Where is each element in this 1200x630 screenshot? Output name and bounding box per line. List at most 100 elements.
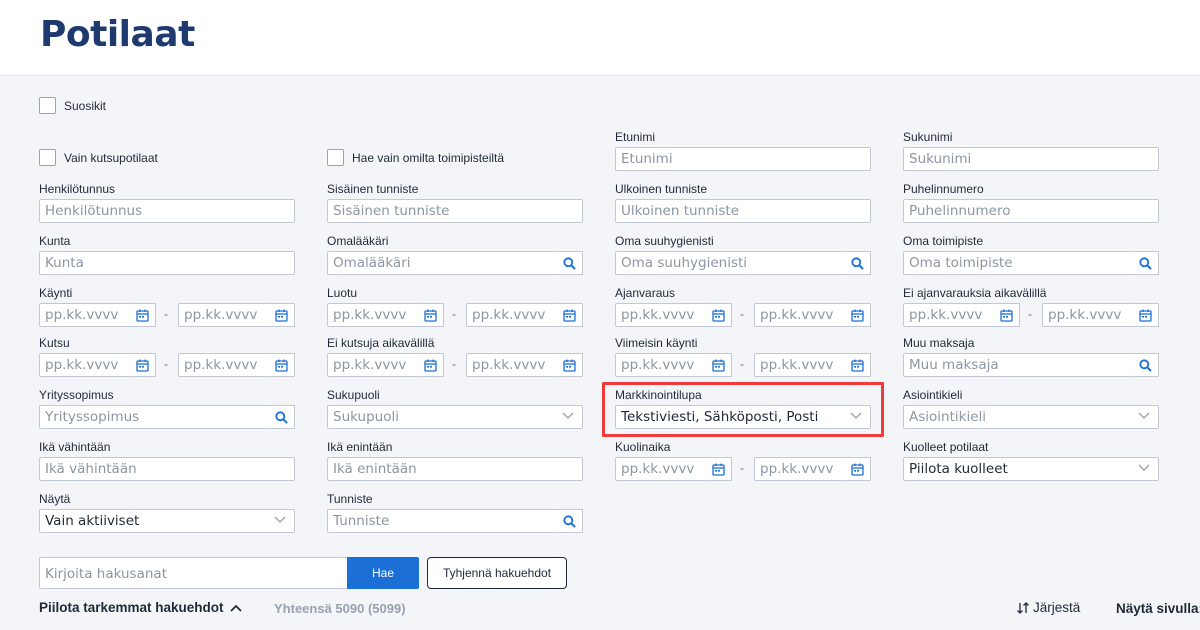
calendar-icon xyxy=(712,359,725,372)
show-select[interactable]: Vain aktiiviset xyxy=(39,509,295,533)
identifier-input[interactable]: Tunniste xyxy=(327,509,558,533)
own-hygienist-label: Oma suuhygienisti xyxy=(615,234,714,248)
calendar-icon xyxy=(851,359,864,372)
invite-only-label: Vain kutsupotilaat xyxy=(64,151,158,165)
own-doctor-search-button[interactable] xyxy=(557,251,583,275)
visit-start-calendar-button[interactable] xyxy=(130,303,156,327)
municipality-label: Kunta xyxy=(39,234,71,248)
phone-input[interactable]: Puhelinnumero xyxy=(903,199,1159,223)
search-icon xyxy=(563,514,576,528)
sort-icon xyxy=(1017,601,1029,614)
no-invites-between-end-date-input[interactable]: pp.kk.vvvv xyxy=(466,353,558,377)
visit-end-date-input[interactable]: pp.kk.vvvv xyxy=(178,303,270,327)
sort-button[interactable]: Järjestä xyxy=(1016,600,1080,615)
appointment-start-date-input[interactable]: pp.kk.vvvv xyxy=(615,303,707,327)
date-range-separator: - xyxy=(164,307,168,321)
calendar-icon xyxy=(424,309,437,322)
invite-label: Kutsu xyxy=(39,336,70,350)
death-date-start-date-input[interactable]: pp.kk.vvvv xyxy=(615,457,707,481)
no-invites-between-label: Ei kutsuja aikavälillä xyxy=(327,336,435,350)
company-contract-search-button[interactable] xyxy=(269,405,295,429)
appointment-end-calendar-button[interactable] xyxy=(845,303,871,327)
identifier-search-button[interactable] xyxy=(557,509,583,533)
own-hygienist-search-button[interactable] xyxy=(845,251,871,275)
search-icon xyxy=(275,410,288,424)
invite-start-calendar-button[interactable] xyxy=(130,353,156,377)
no-appointments-between-start-calendar-button[interactable] xyxy=(994,303,1020,327)
service-language-value: Asiointikieli xyxy=(909,409,987,425)
result-total: Yhteensä 5090 (5099) xyxy=(274,601,406,616)
no-appointments-between-start-date-input[interactable]: pp.kk.vvvv xyxy=(903,303,995,327)
own-site-search-button[interactable] xyxy=(1133,251,1159,275)
death-date-end-date-input[interactable]: pp.kk.vvvv xyxy=(754,457,846,481)
search-button[interactable]: Hae xyxy=(347,557,419,589)
own-doctor-input[interactable]: Omalääkäri xyxy=(327,251,558,275)
keyword-search-input[interactable]: Kirjoita hakusanat xyxy=(39,557,348,589)
death-date-end-calendar-button[interactable] xyxy=(845,457,871,481)
visit-end-calendar-button[interactable] xyxy=(269,303,295,327)
invite-start-date-input[interactable]: pp.kk.vvvv xyxy=(39,353,131,377)
no-invites-between-start-calendar-button[interactable] xyxy=(418,353,444,377)
no-invites-between-start-date-input[interactable]: pp.kk.vvvv xyxy=(327,353,419,377)
invite-end-date-input[interactable]: pp.kk.vvvv xyxy=(178,353,270,377)
no-appointments-between-end-calendar-button[interactable] xyxy=(1133,303,1159,327)
first-name-input[interactable]: Etunimi xyxy=(615,147,871,171)
hide-advanced-toggle[interactable]: Piilota tarkemmat hakuehdot xyxy=(39,600,242,615)
company-contract-input[interactable]: Yrityssopimus xyxy=(39,405,270,429)
last-visit-end-date-input[interactable]: pp.kk.vvvv xyxy=(754,353,846,377)
municipality-input[interactable]: Kunta xyxy=(39,251,295,275)
identifier-label: Tunniste xyxy=(327,492,373,506)
last-visit-start-calendar-button[interactable] xyxy=(706,353,732,377)
internal-id-input[interactable]: Sisäinen tunniste xyxy=(327,199,583,223)
service-language-select[interactable]: Asiointikieli xyxy=(903,405,1159,429)
age-min-input[interactable]: Ikä vähintään xyxy=(39,457,295,481)
no-appointments-between-label: Ei ajanvarauksia aikavälillä xyxy=(903,286,1047,300)
own-site-label: Oma toimipiste xyxy=(903,234,984,248)
date-range-separator: - xyxy=(452,307,456,321)
own-site-input[interactable]: Oma toimipiste xyxy=(903,251,1134,275)
internal-id-label: Sisäinen tunniste xyxy=(327,182,419,196)
death-date-label: Kuolinaika xyxy=(615,440,671,454)
created-label: Luotu xyxy=(327,286,358,300)
ssn-input[interactable]: Henkilötunnus xyxy=(39,199,295,223)
date-range-separator: - xyxy=(740,461,744,475)
favorites-checkbox[interactable] xyxy=(39,97,56,114)
own-hygienist-input[interactable]: Oma suuhygienisti xyxy=(615,251,846,275)
appointment-end-date-input[interactable]: pp.kk.vvvv xyxy=(754,303,846,327)
first-name-label: Etunimi xyxy=(615,130,656,144)
other-payer-input[interactable]: Muu maksaja xyxy=(903,353,1134,377)
deceased-value: Piilota kuolleet xyxy=(909,461,1008,477)
no-invites-between-end-calendar-button[interactable] xyxy=(557,353,583,377)
calendar-icon xyxy=(275,309,288,322)
own-sites-only-checkbox[interactable] xyxy=(327,149,344,166)
other-payer-search-button[interactable] xyxy=(1133,353,1159,377)
clear-filters-button[interactable]: Tyhjennä hakuehdot xyxy=(427,557,567,589)
calendar-icon xyxy=(1000,309,1013,322)
invite-end-calendar-button[interactable] xyxy=(269,353,295,377)
visit-start-date-input[interactable]: pp.kk.vvvv xyxy=(39,303,131,327)
age-max-input[interactable]: Ikä enintään xyxy=(327,457,583,481)
appointment-start-calendar-button[interactable] xyxy=(706,303,732,327)
calendar-icon xyxy=(712,309,725,322)
created-end-date-input[interactable]: pp.kk.vvvv xyxy=(466,303,558,327)
hide-advanced-label: Piilota tarkemmat hakuehdot xyxy=(39,600,224,615)
invite-only-checkbox[interactable] xyxy=(39,149,56,166)
created-end-calendar-button[interactable] xyxy=(557,303,583,327)
chevron-down-icon xyxy=(562,412,574,419)
created-start-calendar-button[interactable] xyxy=(418,303,444,327)
deceased-select[interactable]: Piilota kuolleet xyxy=(903,457,1159,481)
last-visit-start-date-input[interactable]: pp.kk.vvvv xyxy=(615,353,707,377)
external-id-input[interactable]: Ulkoinen tunniste xyxy=(615,199,871,223)
calendar-icon xyxy=(851,309,864,322)
page-title: Potilaat xyxy=(40,14,195,55)
death-date-start-calendar-button[interactable] xyxy=(706,457,732,481)
gender-select[interactable]: Sukupuoli xyxy=(327,405,583,429)
phone-label: Puhelinnumero xyxy=(903,182,984,196)
created-start-date-input[interactable]: pp.kk.vvvv xyxy=(327,303,419,327)
last-name-input[interactable]: Sukunimi xyxy=(903,147,1159,171)
appointment-label: Ajanvaraus xyxy=(615,286,676,300)
chevron-up-icon xyxy=(229,604,242,612)
search-icon xyxy=(1139,256,1152,270)
last-visit-end-calendar-button[interactable] xyxy=(845,353,871,377)
no-appointments-between-end-date-input[interactable]: pp.kk.vvvv xyxy=(1042,303,1134,327)
